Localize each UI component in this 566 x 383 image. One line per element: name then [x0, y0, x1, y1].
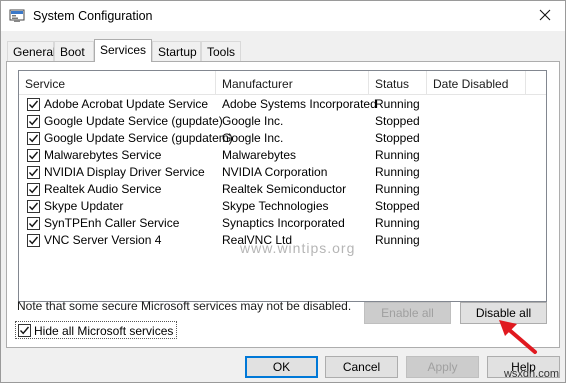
table-row[interactable]: Malwarebytes Service Malwarebytes Running	[19, 147, 546, 164]
tab-tools[interactable]: Tools	[201, 41, 241, 61]
tab-general[interactable]: General	[7, 41, 56, 61]
service-checkbox[interactable]	[27, 149, 40, 162]
column-header-status[interactable]: Status	[369, 71, 426, 95]
checkbox-checked-icon	[28, 219, 39, 228]
services-list[interactable]: Service Manufacturer Status Date Disable…	[18, 70, 547, 302]
service-checkbox[interactable]	[27, 132, 40, 145]
column-header-date-disabled[interactable]: Date Disabled	[427, 71, 527, 95]
service-name-cell: Google Update Service (gupdatem)	[44, 131, 233, 145]
tab-boot[interactable]: Boot	[54, 41, 94, 61]
table-row[interactable]: Adobe Acrobat Update Service Adobe System…	[19, 96, 546, 113]
hide-microsoft-services-checkbox[interactable]: Hide all Microsoft services	[15, 321, 178, 339]
cancel-button[interactable]: Cancel	[325, 356, 398, 378]
checkbox-checked-icon	[28, 117, 39, 126]
status-cell: Stopped	[375, 199, 420, 213]
checkbox-checked-icon	[28, 202, 39, 211]
status-cell: Running	[375, 165, 420, 179]
table-row[interactable]: Skype Updater Skype Technologies Stopped	[19, 198, 546, 215]
checkbox-checked-icon	[28, 151, 39, 160]
window-title: System Configuration	[33, 9, 153, 23]
service-checkbox[interactable]	[27, 234, 40, 247]
service-name-cell: Google Update Service (gupdate)	[44, 114, 223, 128]
checkbox-checked-icon	[28, 134, 39, 143]
table-row[interactable]: Realtek Audio Service Realtek Semiconduct…	[19, 181, 546, 198]
service-checkbox[interactable]	[27, 183, 40, 196]
manufacturer-cell: Adobe Systems Incorporated	[222, 97, 377, 111]
manufacturer-cell: Malwarebytes	[222, 148, 297, 162]
service-name-cell: Malwarebytes Service	[44, 148, 162, 162]
column-divider[interactable]	[525, 71, 526, 95]
system-configuration-icon	[9, 8, 25, 24]
manufacturer-cell: Skype Technologies	[222, 199, 329, 213]
service-checkbox[interactable]	[27, 217, 40, 230]
close-icon	[539, 9, 551, 21]
hide-microsoft-services-label: Hide all Microsoft services	[34, 323, 174, 338]
enable-all-button[interactable]: Enable all	[364, 302, 451, 324]
checkbox-checked-icon	[28, 236, 39, 245]
status-cell: Running	[375, 233, 420, 247]
status-cell: Running	[375, 216, 420, 230]
title-bar: System Configuration	[1, 1, 565, 31]
status-cell: Running	[375, 148, 420, 162]
checkbox-checked-icon	[28, 100, 39, 109]
secure-services-note: Note that some secure Microsoft services…	[17, 299, 352, 313]
close-button[interactable]	[531, 3, 559, 27]
service-checkbox[interactable]	[27, 166, 40, 179]
manufacturer-cell: NVIDIA Corporation	[222, 165, 328, 179]
system-configuration-window: System Configuration General Boot Servic…	[0, 0, 566, 383]
service-checkbox[interactable]	[27, 200, 40, 213]
service-name-cell: NVIDIA Display Driver Service	[44, 165, 205, 179]
service-name-cell: Skype Updater	[44, 199, 124, 213]
manufacturer-cell: Google Inc.	[222, 131, 284, 145]
checkbox-checked-icon	[28, 168, 39, 177]
column-header-service[interactable]: Service	[19, 71, 215, 95]
status-cell: Running	[375, 182, 420, 196]
list-header: Service Manufacturer Status Date Disable…	[19, 71, 546, 95]
tab-startup[interactable]: Startup	[152, 41, 201, 61]
tab-services[interactable]: Services	[94, 39, 152, 62]
service-name-cell: Adobe Acrobat Update Service	[44, 97, 209, 111]
status-cell: Running	[375, 97, 420, 111]
table-row[interactable]: NVIDIA Display Driver Service NVIDIA Corp…	[19, 164, 546, 181]
status-cell: Stopped	[375, 131, 420, 145]
service-name-cell: SynTPEnh Caller Service	[44, 216, 180, 230]
manufacturer-cell: Synaptics Incorporated	[222, 216, 345, 230]
service-name-cell: Realtek Audio Service	[44, 182, 162, 196]
checkbox-checked-icon	[28, 185, 39, 194]
ok-button[interactable]: OK	[245, 356, 318, 378]
service-name-cell: VNC Server Version 4	[44, 233, 162, 247]
table-row[interactable]: SynTPEnh Caller Service Synaptics Incorpo…	[19, 215, 546, 232]
manufacturer-cell: Realtek Semiconductor	[222, 182, 347, 196]
service-checkbox[interactable]	[27, 98, 40, 111]
status-cell: Stopped	[375, 114, 420, 128]
table-row[interactable]: Google Update Service (gupdatem) Google I…	[19, 130, 546, 147]
manufacturer-cell: Google Inc.	[222, 114, 284, 128]
red-arrow-icon	[499, 320, 537, 354]
corner-watermark: wsxdn.com	[503, 368, 559, 380]
column-header-manufacturer[interactable]: Manufacturer	[216, 71, 368, 95]
watermark-text: www.wintips.org	[240, 240, 356, 256]
apply-button[interactable]: Apply	[406, 356, 479, 378]
checkbox-checked-icon	[18, 324, 31, 337]
table-row[interactable]: Google Update Service (gupdate) Google In…	[19, 113, 546, 130]
service-checkbox[interactable]	[27, 115, 40, 128]
